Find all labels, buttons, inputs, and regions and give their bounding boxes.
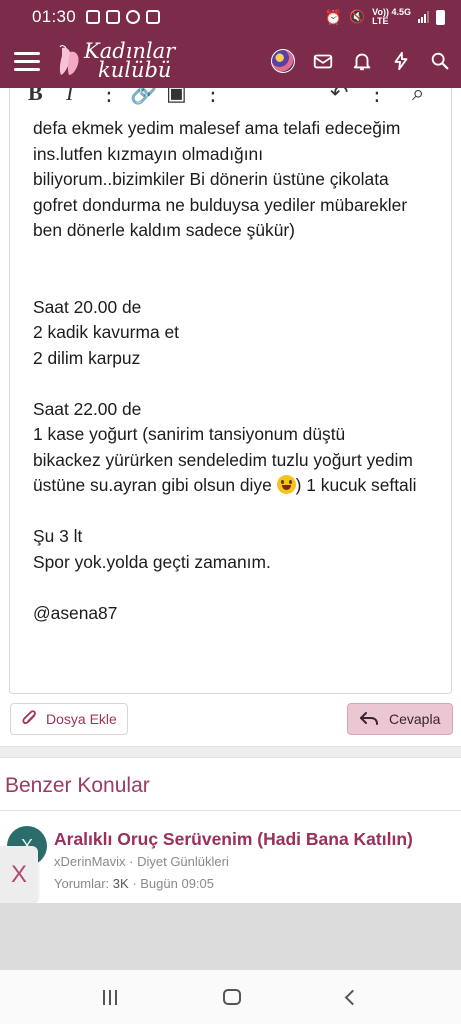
text-line bbox=[33, 269, 448, 295]
back-icon[interactable] bbox=[344, 989, 361, 1005]
italic-button[interactable]: I bbox=[66, 88, 73, 106]
text-line: 1 kase yoğurt (sanirim tansiyonum düştü bbox=[33, 424, 346, 444]
attach-file-label: Dosya Ekle bbox=[46, 711, 117, 727]
bold-button[interactable]: B bbox=[28, 88, 43, 106]
image-icon[interactable]: ▣ bbox=[166, 88, 187, 106]
reply-button[interactable]: Cevapla bbox=[347, 703, 453, 735]
network-label: Vo)) 4.5G LTE bbox=[372, 7, 411, 26]
replies-label: Yorumlar: bbox=[54, 876, 110, 891]
similar-threads-heading: Benzer Konular bbox=[5, 774, 150, 797]
notification-app-icon bbox=[86, 10, 101, 24]
preview-icon[interactable]: ⌕ bbox=[412, 88, 424, 106]
header-actions bbox=[271, 49, 451, 73]
text-line: biliyorum..bizimkiler Bi dönerin üstüne … bbox=[33, 169, 389, 189]
text-line: Spor yok.yolda geçti zamanım. bbox=[33, 551, 271, 572]
logo-text-line2: kulübü bbox=[98, 58, 172, 82]
text-line: Saat 22.00 de bbox=[33, 398, 142, 419]
text-line-with-emoji: üstüne su.ayran gibi olsun diye ) 1 kucu… bbox=[33, 475, 417, 495]
notification-app-icon bbox=[106, 10, 121, 24]
signal-icon bbox=[418, 11, 429, 23]
thread-title-link[interactable]: Aralıklı Oruç Serüvenim (Hadi Bana Katıl… bbox=[54, 829, 413, 850]
more-options-icon[interactable]: ⋮ bbox=[366, 88, 388, 106]
status-bar: 01:30 ⏰ 🔇 Vo)) 4.5G LTE bbox=[0, 0, 461, 34]
status-time: 01:30 bbox=[32, 7, 77, 26]
attach-file-button[interactable]: Dosya Ekle bbox=[10, 703, 128, 735]
thread-meta: xDerinMavix · Diyet Günlükleri bbox=[54, 854, 229, 869]
search-icon[interactable] bbox=[429, 50, 451, 72]
more-options-icon[interactable]: ⋮ bbox=[202, 88, 224, 106]
reply-editor[interactable]: B I ⋮ 🔗 ▣ ⋮ ↶ ⋮ ⌕ defa ekmek yedim males… bbox=[9, 88, 452, 694]
mute-icon: 🔇 bbox=[348, 9, 366, 24]
system-icons: ⏰ 🔇 Vo)) 4.5G LTE bbox=[325, 8, 445, 26]
text-line: 2 kadik kavurma et bbox=[33, 322, 179, 342]
more-options-icon[interactable]: ⋮ bbox=[98, 88, 120, 106]
text-line bbox=[33, 499, 448, 525]
text-line: gofret dondurma ne bulduysa yediler müba… bbox=[33, 194, 408, 215]
mail-icon[interactable] bbox=[312, 50, 334, 72]
ballet-shoe-icon bbox=[59, 45, 79, 75]
alarm-icon: ⏰ bbox=[324, 8, 342, 25]
close-ad-button[interactable]: X bbox=[0, 846, 38, 904]
notification-icons bbox=[86, 10, 161, 24]
text-line bbox=[33, 371, 448, 397]
similar-thread-item[interactable]: X Aralıklı Oruç Serüvenim (Hadi Bana Kat… bbox=[0, 812, 461, 902]
text-line: ins.lutfen kızmayın olmadığını bbox=[33, 143, 264, 164]
text-line: 2 dilim karpuz bbox=[33, 347, 141, 368]
notification-image-icon bbox=[146, 10, 161, 24]
thread-author[interactable]: xDerinMavix bbox=[54, 854, 126, 869]
undo-icon[interactable]: ↶ bbox=[330, 88, 348, 106]
thread-forum[interactable]: Diyet Günlükleri bbox=[137, 854, 229, 869]
thread-date: Bugün 09:05 bbox=[140, 876, 214, 891]
battery-icon bbox=[436, 9, 445, 25]
reply-label: Cevapla bbox=[389, 711, 441, 727]
home-icon[interactable] bbox=[223, 989, 241, 1005]
thread-stats: Yorumlar: 3K · Bugün 09:05 bbox=[54, 876, 214, 891]
text-line: bikackez yürürken sendeledim tuzlu yoğur… bbox=[33, 449, 413, 470]
bell-icon[interactable] bbox=[351, 50, 373, 72]
user-avatar[interactable] bbox=[271, 49, 295, 73]
link-icon[interactable]: 🔗 bbox=[130, 88, 157, 106]
lightning-icon[interactable] bbox=[390, 50, 412, 72]
replies-count: 3K bbox=[112, 876, 129, 891]
text-line bbox=[33, 575, 448, 601]
text-line bbox=[33, 244, 448, 270]
grinning-emoji-icon bbox=[276, 475, 296, 494]
section-divider bbox=[0, 746, 461, 758]
menu-icon[interactable] bbox=[14, 51, 40, 71]
recent-apps-icon[interactable] bbox=[103, 989, 117, 1005]
divider-line bbox=[0, 810, 461, 811]
ad-banner[interactable] bbox=[0, 903, 461, 970]
text-line: defa ekmek yedim malesef ama telafi edec… bbox=[33, 118, 401, 138]
post-body[interactable]: defa ekmek yedim malesef ama telafi edec… bbox=[33, 116, 448, 626]
text-line: Şu 3 lt bbox=[33, 526, 83, 546]
system-navigation-bar bbox=[0, 970, 461, 1024]
notification-heart-icon bbox=[126, 10, 141, 24]
text-line: Saat 20.00 de bbox=[33, 296, 142, 317]
mention: @asena87 bbox=[33, 602, 118, 623]
paperclip-icon bbox=[22, 710, 36, 725]
site-logo[interactable]: Kadınlar kulübü bbox=[58, 41, 175, 82]
reply-icon bbox=[360, 712, 378, 725]
text-line: ben dönerle kaldım sadece şükür) bbox=[33, 220, 295, 240]
editor-toolbar: B I ⋮ 🔗 ▣ ⋮ ↶ ⋮ ⌕ bbox=[10, 88, 451, 112]
app-header: Kadınlar kulübü bbox=[0, 34, 461, 88]
